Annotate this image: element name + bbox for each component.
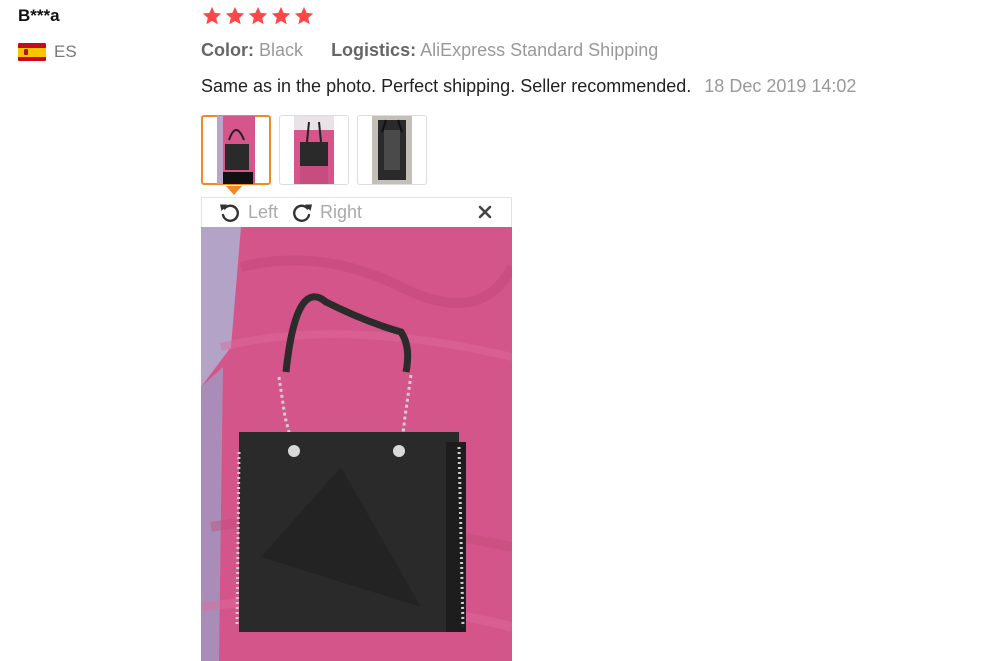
thumbnail-image (217, 116, 255, 184)
color-value: Black (259, 40, 304, 60)
color-label: Color: (201, 40, 254, 60)
photo-viewer-toolbar: Left Right (201, 197, 512, 227)
rotate-left-button[interactable]: Left (218, 201, 278, 225)
handbag-photo (201, 227, 512, 661)
logistics-label: Logistics: (331, 40, 417, 60)
photo-thumbnail[interactable] (201, 115, 271, 185)
review-photo-large (201, 227, 512, 661)
logistics-value: AliExpress Standard Shipping (420, 40, 659, 60)
buyer-name: B***a (18, 6, 60, 25)
review-date: 18 Dec 2019 14:02 (704, 76, 857, 96)
photo-thumbnail[interactable] (357, 115, 427, 185)
photo-thumbnail[interactable] (279, 115, 349, 185)
order-attributes: Color: Black Logistics: AliExpress Stand… (201, 40, 658, 61)
review-photo-thumbnails (201, 115, 427, 185)
star-icon (294, 6, 314, 25)
star-rating (201, 5, 315, 27)
star-icon (202, 6, 222, 25)
spain-flag-icon (18, 43, 46, 61)
selected-thumbnail-pointer (226, 186, 242, 195)
rotate-left-label: Left (248, 202, 279, 222)
rotate-left-icon (220, 204, 239, 222)
review-body: Same as in the photo. Perfect shipping. … (201, 76, 856, 97)
thumbnail-image (372, 116, 412, 184)
star-icon (248, 6, 268, 25)
star-icon (225, 6, 245, 25)
rotate-right-button[interactable]: Right (290, 201, 362, 225)
star-icon (271, 6, 291, 25)
review-text: Same as in the photo. Perfect shipping. … (201, 76, 692, 96)
rotate-right-icon (293, 204, 313, 222)
country-code: ES (54, 42, 77, 61)
thumbnail-image (294, 116, 334, 184)
rotate-right-label: Right (320, 202, 363, 222)
buyer-country: ES (18, 42, 77, 62)
close-icon[interactable] (475, 202, 495, 222)
